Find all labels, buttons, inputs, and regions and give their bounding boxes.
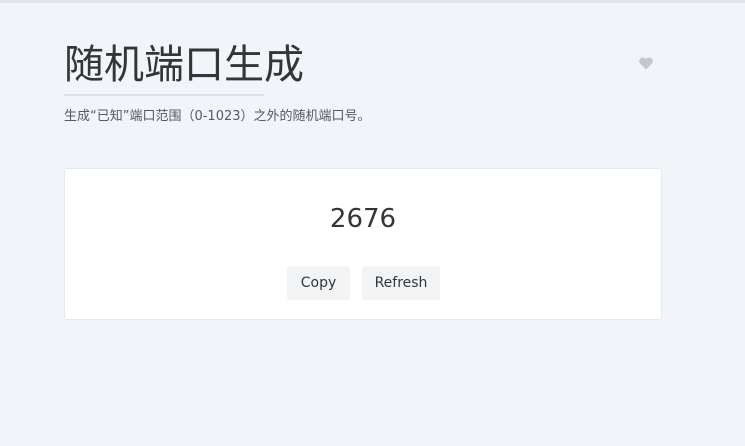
random-port-value: 2676 [329, 204, 397, 234]
page-description: 生成“已知”端口范围（0-1023）之外的随机端口号。 [64, 109, 371, 124]
heart-icon [639, 56, 653, 69]
copy-button[interactable]: Copy [287, 266, 350, 300]
favorite-button[interactable] [636, 53, 656, 73]
top-border [0, 0, 745, 3]
refresh-button[interactable]: Refresh [362, 266, 440, 300]
title-underline [64, 94, 264, 96]
page-title: 随机端口生成 [64, 42, 304, 88]
result-card: 2676 Copy Refresh [64, 168, 662, 320]
